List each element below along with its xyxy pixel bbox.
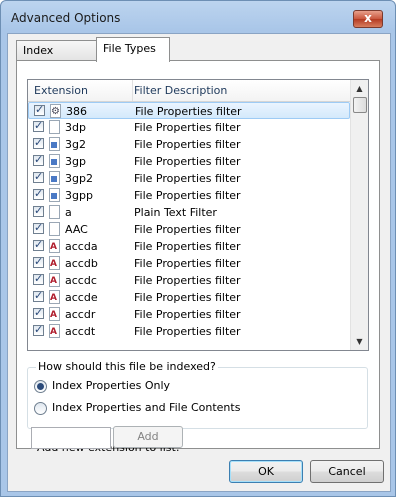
row-description: File Properties filter [134, 121, 241, 134]
file-types-panel: Extension Filter Description 386 File Pro… [16, 60, 380, 454]
cancel-button[interactable]: Cancel [310, 460, 384, 483]
row-description: File Properties filter [134, 189, 241, 202]
scroll-up-arrow-icon[interactable]: ▲ [351, 80, 368, 97]
row-checkbox[interactable] [33, 151, 44, 168]
blank-file-icon [49, 222, 60, 236]
row-extension: AAC [65, 223, 88, 236]
row-extension: accde [65, 291, 98, 304]
list-item[interactable]: 3gpp File Properties filter [28, 185, 350, 204]
row-extension: 3gpp [65, 189, 93, 202]
access-file-icon [49, 307, 60, 324]
access-file-icon [49, 273, 60, 290]
row-checkbox[interactable] [34, 101, 45, 118]
list-item[interactable]: 3gp File Properties filter [28, 151, 350, 170]
row-extension: 386 [66, 105, 87, 118]
access-file-icon [49, 239, 60, 256]
row-extension: 3gp [65, 155, 86, 168]
media-file-icon [49, 154, 60, 168]
radio-label-properties-only[interactable]: Index Properties Only [52, 379, 170, 392]
dialog-body: Index Settings File Types Extension Filt… [7, 33, 391, 492]
list-item[interactable]: accdb File Properties filter [28, 253, 350, 273]
row-description: File Properties filter [134, 325, 241, 338]
list-item[interactable]: AAC File Properties filter [28, 219, 350, 238]
row-description: File Properties filter [134, 240, 241, 253]
advanced-options-window: Advanced Options x Index Settings File T… [0, 0, 396, 497]
access-file-icon [49, 324, 60, 341]
list-item[interactable]: 386 File Properties filter [28, 101, 350, 120]
access-file-icon [49, 256, 60, 273]
vertical-scrollbar[interactable]: ▲ ▼ [350, 80, 368, 350]
row-description: File Properties filter [134, 223, 241, 236]
add-extension-input[interactable] [31, 427, 111, 449]
row-description: File Properties filter [134, 155, 241, 168]
row-checkbox[interactable] [33, 321, 44, 338]
row-description: File Properties filter [134, 308, 241, 321]
blank-file-icon [49, 205, 60, 219]
access-file-icon [49, 290, 60, 307]
row-description: File Properties filter [134, 274, 241, 287]
row-checkbox[interactable] [33, 185, 44, 202]
row-extension: accda [65, 240, 98, 253]
row-extension: accdb [65, 257, 98, 270]
list-item[interactable]: 3dp File Properties filter [28, 117, 350, 136]
blank-file-icon [49, 120, 60, 134]
gear-icon [50, 103, 61, 120]
row-description: File Properties filter [134, 291, 241, 304]
row-extension: 3gp2 [65, 172, 93, 185]
index-method-group: How should this file be indexed? Index P… [27, 360, 368, 429]
list-rows: 386 File Properties filter 3dp File Propert… [28, 101, 350, 350]
row-extension: a [65, 206, 72, 219]
row-description: File Properties filter [134, 138, 241, 151]
row-checkbox[interactable] [33, 168, 44, 185]
column-header-extension[interactable]: Extension [28, 80, 133, 101]
row-description: File Properties filter [135, 105, 242, 118]
extension-list[interactable]: Extension Filter Description 386 File Pro… [27, 79, 369, 351]
list-item[interactable]: accda File Properties filter [28, 236, 350, 256]
ok-button[interactable]: OK [229, 460, 303, 483]
media-file-icon [49, 137, 60, 151]
media-file-icon [49, 171, 60, 185]
row-checkbox[interactable] [33, 202, 44, 219]
row-checkbox[interactable] [33, 219, 44, 236]
list-item[interactable]: a Plain Text Filter [28, 202, 350, 221]
row-checkbox[interactable] [33, 287, 44, 304]
radio-index-properties-only[interactable] [34, 380, 47, 393]
row-extension: 3g2 [65, 138, 86, 151]
title-bar: Advanced Options x [1, 1, 395, 35]
list-item[interactable]: accde File Properties filter [28, 287, 350, 307]
row-description: File Properties filter [134, 172, 241, 185]
row-checkbox[interactable] [33, 270, 44, 287]
scroll-down-arrow-icon[interactable]: ▼ [351, 333, 368, 350]
row-extension: 3dp [65, 121, 86, 134]
row-checkbox[interactable] [33, 134, 44, 151]
radio-index-properties-and-contents[interactable] [34, 402, 47, 415]
row-checkbox[interactable] [33, 304, 44, 321]
add-button[interactable]: Add [113, 426, 183, 448]
row-description: Plain Text Filter [134, 206, 217, 219]
scroll-thumb[interactable] [353, 97, 367, 113]
radio-label-properties-and-contents[interactable]: Index Properties and File Contents [52, 401, 240, 414]
row-checkbox[interactable] [33, 117, 44, 134]
window-title: Advanced Options [11, 11, 121, 25]
row-extension: accdt [65, 325, 96, 338]
list-item[interactable]: accdc File Properties filter [28, 270, 350, 290]
close-button[interactable]: x [353, 10, 383, 28]
media-file-icon [49, 188, 60, 202]
row-checkbox[interactable] [33, 253, 44, 270]
tab-file-types[interactable]: File Types [96, 37, 170, 62]
row-extension: accdc [65, 274, 97, 287]
row-description: File Properties filter [134, 257, 241, 270]
row-checkbox[interactable] [33, 236, 44, 253]
list-item[interactable]: accdr File Properties filter [28, 304, 350, 324]
list-item[interactable]: 3gp2 File Properties filter [28, 168, 350, 187]
row-extension: accdr [65, 308, 96, 321]
list-item[interactable]: 3g2 File Properties filter [28, 134, 350, 153]
tab-index-settings[interactable]: Index Settings [16, 40, 108, 77]
column-header-description[interactable]: Filter Description [128, 80, 354, 101]
index-method-title: How should this file be indexed? [36, 360, 218, 373]
list-header: Extension Filter Description [28, 80, 350, 102]
list-item[interactable]: accdt File Properties filter [28, 321, 350, 341]
